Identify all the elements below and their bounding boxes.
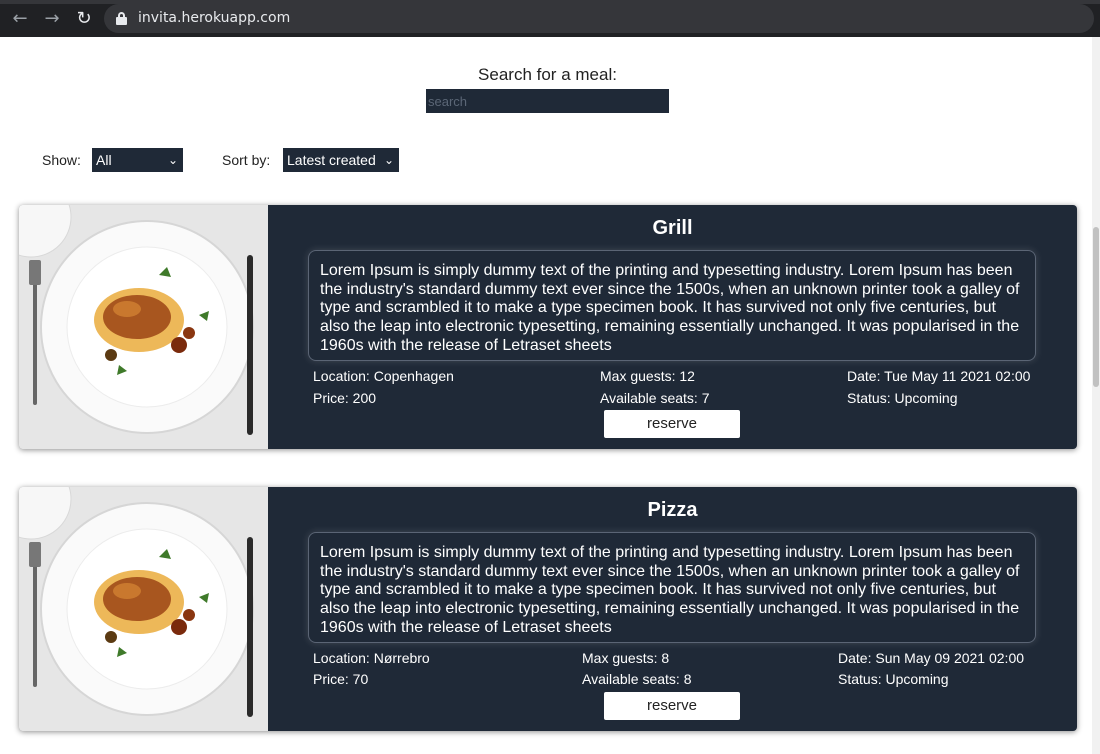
address-bar[interactable]: invita.herokuapp.com [104,4,1094,33]
meal-location: Location: Copenhagen [313,368,454,384]
meal-available-seats: Available seats: 8 [582,671,692,687]
meal-title: Grill [652,217,693,239]
meal-image [19,205,268,449]
chevron-down-icon[interactable]: ⌄ [168,148,178,172]
meal-status: Status: Upcoming [847,390,958,406]
show-filter-value[interactable]: All [96,152,112,168]
search-title: Search for a meal: [478,65,617,84]
meal-price: Price: 200 [313,390,377,406]
reserve-button[interactable]: reserve [604,692,740,720]
show-filter-select[interactable]: All ⌄ [92,148,183,172]
reload-icon[interactable]: ↻ [74,9,94,29]
scrollbar-thumb[interactable] [1093,227,1099,387]
show-filter-label: Show: [42,152,81,168]
sort-by-select[interactable]: Latest created ⌄ [283,148,399,172]
back-arrow-icon[interactable]: ← [10,9,30,29]
reserve-button[interactable]: reserve [604,410,740,438]
meal-date: Date: Sun May 09 2021 02:00 [838,650,1025,666]
meal-description: Lorem Ipsum is simply dummy text of the … [308,532,1036,643]
meal-image [19,487,268,731]
sort-by-label: Sort by: [222,152,271,168]
search-input[interactable] [426,89,669,113]
meal-max-guests: Max guests: 12 [600,368,695,384]
meal-description: Lorem Ipsum is simply dummy text of the … [308,250,1036,361]
meal-title: Pizza [647,499,698,521]
meal-available-seats: Available seats: 7 [600,390,710,406]
page-scrollbar[interactable] [1092,37,1100,754]
url-text[interactable]: invita.herokuapp.com [138,10,290,26]
meal-location: Location: Nørrebro [313,650,430,666]
meal-max-guests: Max guests: 8 [582,650,670,666]
sort-by-value[interactable]: Latest created [287,152,376,168]
forward-arrow-icon[interactable]: → [42,9,62,29]
meal-price: Price: 70 [313,671,369,687]
chevron-down-icon[interactable]: ⌄ [384,148,394,172]
meal-status: Status: Upcoming [838,671,949,687]
meal-card: Grill Lorem Ipsum is simply dummy text o… [19,205,1077,449]
meal-date: Date: Tue May 11 2021 02:00 [847,368,1031,384]
meal-card: Pizza Lorem Ipsum is simply dummy text o… [19,487,1077,731]
browser-toolbar: ← → ↻ invita.herokuapp.com [0,0,1100,37]
lock-icon[interactable] [116,12,127,25]
